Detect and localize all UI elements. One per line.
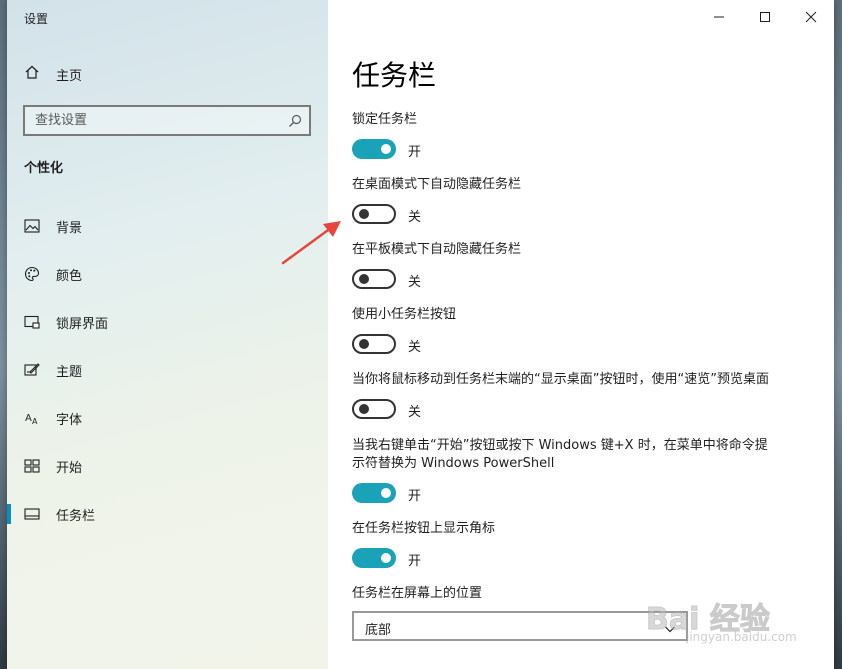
setting-label: 当我右键单击“开始”按钮或按下 Windows 键+X 时，在菜单中将命令提 [352, 438, 768, 453]
sidebar-item-label: 主题 [56, 364, 83, 380]
font-icon: AA [24, 410, 40, 426]
peek-toggle[interactable] [352, 399, 396, 419]
taskbar-icon [24, 506, 40, 522]
powershell-toggle[interactable] [352, 483, 396, 503]
toggle-state: 开 [408, 554, 422, 569]
sidebar-item-label: 背景 [56, 220, 83, 236]
toggle-state: 关 [408, 340, 422, 355]
start-icon [24, 458, 40, 474]
svg-text:A: A [32, 417, 38, 426]
theme-icon [24, 362, 40, 378]
setting-label: 示符替换为 Windows PowerShell [352, 456, 555, 471]
svg-text:A: A [25, 413, 32, 424]
sidebar-item-themes[interactable]: 主题 [7, 355, 328, 385]
search-input[interactable] [35, 107, 275, 134]
sidebar-item-taskbar[interactable]: 任务栏 [7, 499, 328, 529]
lock-taskbar-toggle[interactable] [352, 139, 396, 159]
toggle-state: 关 [408, 210, 422, 225]
baidu-watermark: Bai 经验 jingyan.baidu.com [642, 592, 802, 650]
home-icon [24, 64, 40, 84]
active-indicator [7, 504, 11, 524]
dropdown-value: 底部 [365, 623, 392, 638]
settings-window: 设置 主页 个性化 背景 颜色 [7, 0, 834, 669]
toggle-state: 开 [408, 489, 422, 504]
toggle-knob [359, 404, 369, 414]
toggle-state: 关 [408, 275, 422, 290]
setting-label: 锁定任务栏 [352, 112, 418, 127]
annotation-arrow-icon [281, 221, 341, 265]
toggle-knob [359, 274, 369, 284]
toggle-knob [359, 209, 369, 219]
sidebar-home[interactable]: 主页 [24, 62, 82, 86]
search-icon[interactable] [288, 113, 302, 132]
lock-screen-icon [24, 314, 40, 330]
sidebar-item-label: 颜色 [56, 268, 83, 284]
minimize-icon [713, 8, 725, 27]
close-button[interactable] [796, 4, 826, 30]
maximize-button[interactable] [750, 4, 780, 30]
minimize-button[interactable] [704, 4, 734, 30]
app-title: 设置 [24, 12, 49, 26]
toggle-knob [381, 488, 391, 498]
autohide-desktop-toggle[interactable] [352, 204, 396, 224]
toggle-knob [359, 339, 369, 349]
search-box[interactable] [23, 105, 311, 136]
taskbar-position-dropdown[interactable]: 底部 [352, 611, 688, 641]
setting-label: 在桌面模式下自动隐藏任务栏 [352, 177, 522, 192]
sidebar-item-label: 锁屏界面 [56, 316, 109, 332]
setting-label: 使用小任务栏按钮 [352, 307, 457, 322]
sidebar-item-start[interactable]: 开始 [7, 451, 328, 481]
picture-icon [24, 218, 40, 234]
sidebar-item-label: 开始 [56, 460, 83, 476]
maximize-icon [759, 8, 771, 27]
palette-icon [24, 266, 40, 282]
toggle-state: 开 [408, 145, 422, 160]
main-content: 任务栏 锁定任务栏 开 在桌面模式下自动隐藏任务栏 关 在平板模式下自动隐藏任务… [328, 0, 834, 669]
sidebar-item-fonts[interactable]: AA 字体 [7, 403, 328, 433]
watermark-url: jingyan.baidu.com [686, 630, 797, 644]
setting-label: 在任务栏按钮上显示角标 [352, 521, 496, 536]
setting-label: 当你将鼠标移动到任务栏末端的“显示桌面”按钮时，使用“速览”预览桌面 [352, 372, 769, 387]
section-title: 个性化 [24, 161, 64, 176]
small-buttons-toggle[interactable] [352, 334, 396, 354]
page-title: 任务栏 [352, 59, 437, 92]
setting-label: 在平板模式下自动隐藏任务栏 [352, 242, 522, 257]
sidebar: 设置 主页 个性化 背景 颜色 [7, 0, 328, 669]
badges-toggle[interactable] [352, 548, 396, 568]
toggle-knob [381, 144, 391, 154]
sidebar-item-lock-screen[interactable]: 锁屏界面 [7, 307, 328, 337]
sidebar-item-label: 任务栏 [56, 508, 96, 524]
autohide-tablet-toggle[interactable] [352, 269, 396, 289]
sidebar-item-label: 字体 [56, 412, 83, 428]
close-icon [805, 8, 817, 27]
toggle-knob [381, 553, 391, 563]
sidebar-home-label: 主页 [56, 68, 83, 84]
toggle-state: 关 [408, 405, 422, 420]
